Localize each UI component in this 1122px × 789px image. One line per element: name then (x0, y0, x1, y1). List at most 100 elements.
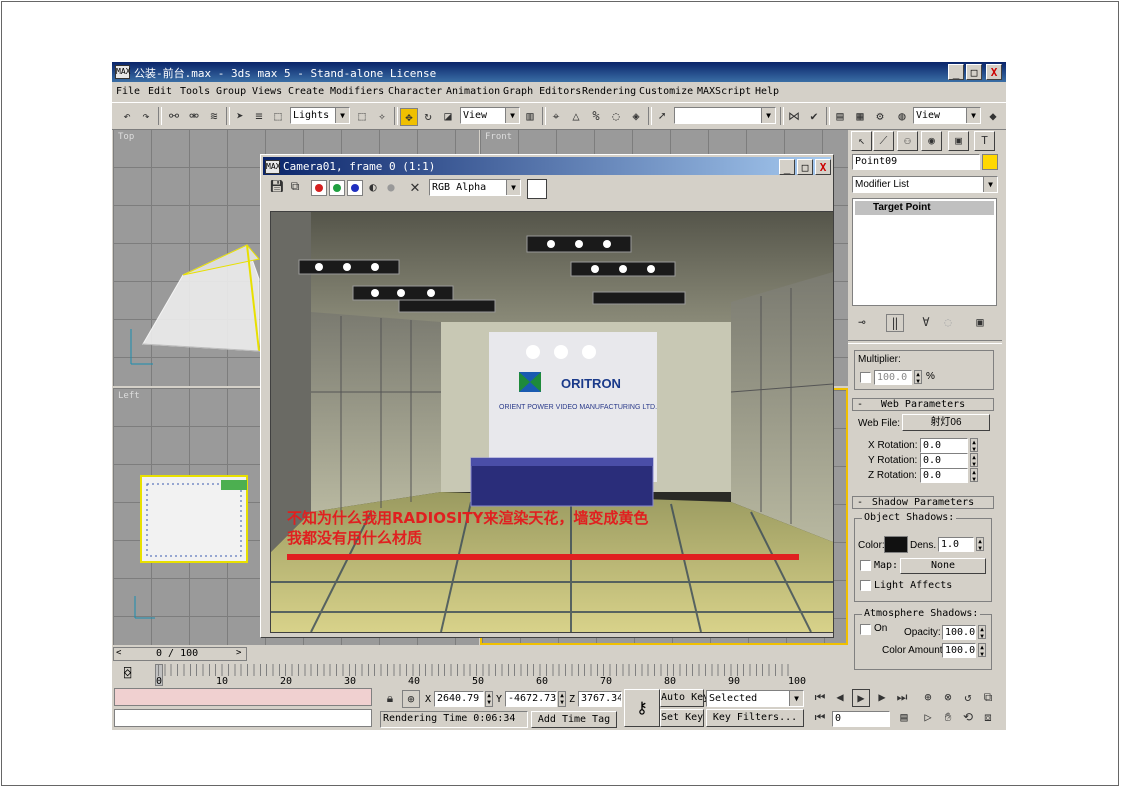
menu-edit[interactable]: Edit (148, 86, 172, 97)
go-to-end-icon[interactable]: ⏭ (894, 689, 910, 705)
region-select-icon[interactable]: ⬚ (270, 108, 286, 124)
schematic-view-icon[interactable]: ⚙ (872, 108, 888, 124)
make-unique-icon[interactable]: ∀ (918, 314, 934, 330)
modify-tab-icon[interactable]: ⟋ (873, 131, 894, 151)
menu-modifiers[interactable]: Modifiers (330, 86, 384, 97)
pivot-icon[interactable]: ▥ (522, 108, 538, 124)
hierarchy-tab-icon[interactable]: ⚇ (897, 131, 918, 151)
map-checkbox[interactable] (860, 560, 871, 571)
unlink-icon[interactable]: ⚮ (186, 108, 202, 124)
zoom-all-icon[interactable]: ⊗ (940, 689, 956, 705)
red-channel-button[interactable] (311, 180, 327, 196)
quick-render-icon[interactable]: ◆ (985, 108, 1001, 124)
pan-icon[interactable]: ✋︎ (940, 709, 956, 725)
stack-item-target-point[interactable]: Target Point (855, 201, 994, 215)
set-key-button[interactable]: Set Key (660, 709, 704, 727)
menu-rendering[interactable]: Rendering (582, 86, 636, 97)
mirror-icon[interactable]: ⋈ (786, 108, 802, 124)
opacity-field[interactable]: 100.0 (942, 625, 976, 640)
crossing-icon[interactable]: ✧ (374, 108, 390, 124)
green-channel-button[interactable] (329, 180, 345, 196)
object-color-swatch[interactable] (982, 154, 998, 170)
undo-icon[interactable]: ↶ (119, 108, 135, 124)
prompt-line[interactable] (114, 709, 372, 727)
atmosphere-on-checkbox[interactable] (860, 624, 871, 635)
blue-channel-button[interactable] (347, 180, 363, 196)
arc-rotate-icon[interactable]: ⟲ (960, 709, 976, 725)
menu-file[interactable]: File (116, 86, 140, 97)
curve-editor-icon[interactable]: ▦ (852, 108, 868, 124)
layer-manager-icon[interactable]: ▤ (832, 108, 848, 124)
title-bar[interactable]: MAX 公装-前台.max - 3ds max 5 - Stand-alone … (112, 62, 1006, 82)
multiplier-field[interactable]: 100.0 (874, 370, 912, 385)
app-icon[interactable]: MAX (115, 65, 130, 79)
y-rotation-field[interactable]: 0.0 (920, 453, 968, 468)
y-coord-field[interactable]: -4672.73 (505, 691, 557, 707)
select-and-manipulate-icon[interactable]: ⬚ (354, 108, 370, 124)
channel-select[interactable]: RGB Alpha ▼ (429, 179, 521, 196)
x-coord-spinner[interactable]: ▲ ▼ (485, 691, 493, 707)
object-name-field[interactable]: Point09 (852, 154, 980, 170)
modifier-stack[interactable]: Target Point (852, 198, 997, 306)
create-tab-icon[interactable]: ↖ (851, 131, 872, 151)
render-close-button[interactable]: X (815, 159, 831, 175)
select-by-name-icon[interactable]: ≡ (251, 108, 267, 124)
motion-tab-icon[interactable]: ◉ (921, 131, 942, 151)
clone-icon[interactable]: ⧉ (287, 178, 303, 194)
web-file-button[interactable]: 射灯06 (902, 414, 990, 431)
orbit-icon[interactable]: ↺ (960, 689, 976, 705)
set-key-icon[interactable]: ⚷ (624, 689, 660, 727)
maximize-button[interactable]: □ (966, 64, 982, 80)
menu-tools[interactable]: Tools (180, 86, 210, 97)
web-parameters-rollout-header[interactable]: - Web Parameters (852, 398, 994, 411)
time-slider[interactable]: < 0 / 100 > (113, 647, 247, 661)
scale-icon[interactable]: ◪ (440, 108, 456, 124)
light-affects-checkbox[interactable] (860, 580, 871, 591)
x-rotation-field[interactable]: 0.0 (920, 438, 968, 453)
y-rotation-spinner[interactable]: ▲ ▼ (970, 453, 978, 468)
menu-character[interactable]: Character (388, 86, 442, 97)
field-of-view-icon[interactable]: ▷ (920, 709, 936, 725)
add-time-tag-button[interactable]: Add Time Tag (531, 711, 617, 728)
menu-help[interactable]: Help (755, 86, 779, 97)
named-selection-icon[interactable]: ➚ (654, 108, 670, 124)
z-rotation-spinner[interactable]: ▲ ▼ (970, 468, 978, 483)
pin-stack-icon[interactable]: ⊸ (854, 314, 870, 330)
render-minimize-button[interactable]: _ (779, 159, 795, 175)
minimize-button[interactable]: _ (948, 64, 964, 80)
key-mode-select[interactable]: Selected ▼ (706, 690, 804, 707)
mini-curve-editor-icon[interactable]: ⌺ (124, 666, 131, 680)
menu-group[interactable]: Group (216, 86, 246, 97)
save-icon[interactable]: 💾︎ (269, 178, 285, 194)
maximize-viewport-icon[interactable]: ⧉ (980, 689, 996, 705)
key-mode-toggle-icon[interactable]: ⏮ (812, 709, 828, 725)
show-end-result-icon[interactable]: ‖ (886, 314, 904, 332)
spinner-snap-icon[interactable]: ◌ (608, 108, 624, 124)
angle-snap-icon[interactable]: △ (568, 108, 584, 124)
current-frame-field[interactable]: 0 (832, 711, 890, 727)
y-coord-spinner[interactable]: ▲ ▼ (558, 691, 566, 707)
multiplier-spinner[interactable]: ▲ ▼ (914, 370, 922, 385)
render-type-icon[interactable]: ◈ (628, 108, 644, 124)
alpha-channel-icon[interactable]: ● (383, 179, 399, 195)
clear-icon[interactable]: ✕ (407, 179, 423, 195)
menu-create[interactable]: Create (288, 86, 324, 97)
play-icon[interactable]: ▶ (852, 689, 870, 707)
link-icon[interactable]: ⚯ (166, 108, 182, 124)
z-coord-field[interactable]: 3767.34 (578, 691, 622, 707)
lock-selection-icon[interactable]: 🔒︎ (382, 690, 398, 706)
render-view-select[interactable]: View ▼ (913, 107, 981, 124)
maxscript-listener[interactable] (114, 688, 372, 706)
remove-modifier-icon[interactable]: ◌ (940, 314, 956, 330)
auto-key-button[interactable]: Auto Key (660, 689, 709, 707)
background-color-swatch[interactable] (527, 179, 547, 199)
menu-maxscript[interactable]: MAXScript (697, 86, 751, 97)
x-rotation-spinner[interactable]: ▲ ▼ (970, 438, 978, 453)
rotate-icon[interactable]: ↻ (420, 108, 436, 124)
mono-channel-icon[interactable]: ◐ (365, 179, 381, 195)
reference-coord-select[interactable]: View ▼ (460, 107, 520, 124)
configure-modifier-sets-icon[interactable]: ▣ (972, 314, 988, 330)
opacity-spinner[interactable]: ▲ ▼ (978, 625, 986, 640)
named-selection-select[interactable]: ▼ (674, 107, 776, 124)
time-configuration-icon[interactable]: ▤ (896, 709, 912, 725)
